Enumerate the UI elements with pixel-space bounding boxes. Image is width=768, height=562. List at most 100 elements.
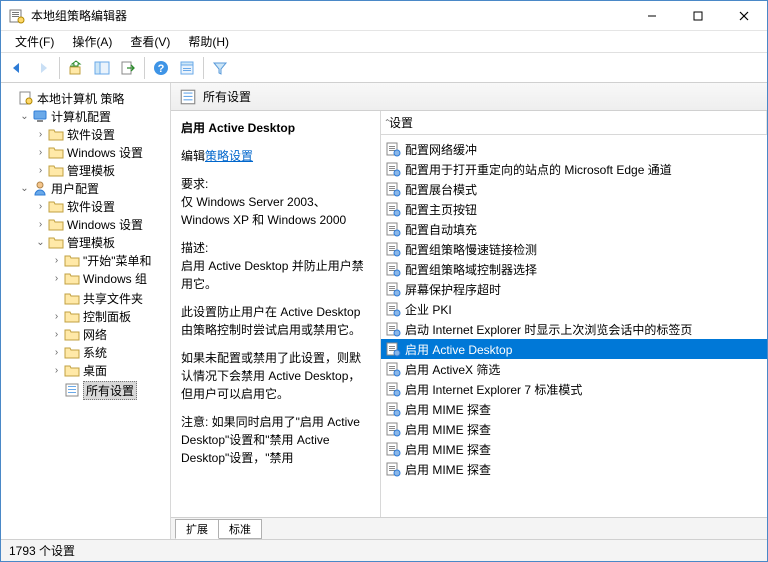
list-row[interactable]: 企业 PKI xyxy=(381,299,767,319)
list-row[interactable]: 启用 Internet Explorer 7 标准模式 xyxy=(381,379,767,399)
chevron-right-icon[interactable]: › xyxy=(33,201,48,212)
chevron-right-icon[interactable]: › xyxy=(49,347,64,358)
tree-label: 计算机配置 xyxy=(51,108,111,125)
minimize-button[interactable] xyxy=(629,1,675,30)
menu-file[interactable]: 文件(F) xyxy=(11,31,58,52)
forward-button[interactable] xyxy=(31,56,55,80)
list-row[interactable]: 配置网络缓冲 xyxy=(381,139,767,159)
tree-comp-software[interactable]: ›软件设置 xyxy=(1,125,170,143)
tree-user-software[interactable]: ›软件设置 xyxy=(1,197,170,215)
list-row[interactable]: 启用 MIME 探查 xyxy=(381,459,767,479)
list-row-label: 启用 MIME 探查 xyxy=(405,421,491,438)
chevron-right-icon[interactable]: › xyxy=(33,165,48,176)
tree-comp-windows[interactable]: › Windows 设置 xyxy=(1,143,170,161)
list-row-label: 启用 MIME 探查 xyxy=(405,401,491,418)
settings-list-icon xyxy=(64,382,80,398)
tree-label: 桌面 xyxy=(83,362,107,379)
column-setting[interactable]: 设置 ⌃ xyxy=(381,111,767,134)
statusbar-text: 1793 个设置 xyxy=(9,542,75,559)
tree-pane[interactable]: 本地计算机 策略 ⌄计算机配置 ›软件设置 ›Windows 设置 ›管理模板 … xyxy=(1,83,171,539)
toolbar-separator xyxy=(144,57,145,79)
chevron-down-icon[interactable]: ⌄ xyxy=(33,237,48,248)
chevron-right-icon[interactable]: › xyxy=(33,147,48,158)
tree-label: Windows 设置 xyxy=(67,216,143,233)
list-header[interactable]: 设置 ⌃ xyxy=(381,111,767,135)
filter-button[interactable] xyxy=(208,56,232,80)
list-row[interactable]: 配置组策略慢速链接检测 xyxy=(381,239,767,259)
properties-button[interactable] xyxy=(175,56,199,80)
list-row[interactable]: 配置主页按钮 xyxy=(381,199,767,219)
list-row-label: 屏幕保护程序超时 xyxy=(405,281,501,298)
list-row-label: 企业 PKI xyxy=(405,301,452,318)
chevron-right-icon[interactable]: › xyxy=(33,219,48,230)
back-button[interactable] xyxy=(5,56,29,80)
menu-action[interactable]: 操作(A) xyxy=(68,31,116,52)
chevron-right-icon[interactable]: › xyxy=(49,311,64,322)
folder-icon xyxy=(48,126,64,142)
list-row[interactable]: 配置组策略域控制器选择 xyxy=(381,259,767,279)
folder-icon xyxy=(64,252,80,268)
edit-prefix: 编辑 xyxy=(181,149,205,163)
computer-icon xyxy=(32,108,48,124)
folder-icon xyxy=(48,198,64,214)
list-row[interactable]: 启用 Active Desktop xyxy=(381,339,767,359)
maximize-button[interactable] xyxy=(675,1,721,30)
tree-control-panel[interactable]: ›控制面板 xyxy=(1,307,170,325)
list-row[interactable]: 启用 ActiveX 筛选 xyxy=(381,359,767,379)
chevron-right-icon[interactable]: › xyxy=(49,273,64,284)
menubar: 文件(F) 操作(A) 查看(V) 帮助(H) xyxy=(1,31,767,53)
chevron-right-icon[interactable]: › xyxy=(49,255,64,266)
tree-user-admin[interactable]: ⌄管理模板 xyxy=(1,233,170,251)
tree-windows-comp[interactable]: ›Windows 组 xyxy=(1,269,170,287)
list-row[interactable]: 屏幕保护程序超时 xyxy=(381,279,767,299)
chevron-down-icon[interactable]: ⌄ xyxy=(17,111,32,122)
tree-user-config[interactable]: ⌄用户配置 xyxy=(1,179,170,197)
list-row-label: 配置用于打开重定向的站点的 Microsoft Edge 通道 xyxy=(405,161,672,178)
list-row[interactable]: 配置用于打开重定向的站点的 Microsoft Edge 通道 xyxy=(381,159,767,179)
content-title: 所有设置 xyxy=(203,88,251,105)
tree-desktop[interactable]: › 桌面 xyxy=(1,361,170,379)
folder-icon xyxy=(48,162,64,178)
tree-comp-admin[interactable]: ›管理模板 xyxy=(1,161,170,179)
tree-user-windows[interactable]: › Windows 设置 xyxy=(1,215,170,233)
user-icon xyxy=(32,180,48,196)
toolbar-separator xyxy=(203,57,204,79)
list-row-label: 配置展台模式 xyxy=(405,181,477,198)
export-button[interactable] xyxy=(116,56,140,80)
close-button[interactable] xyxy=(721,1,767,30)
help-button[interactable]: ? xyxy=(149,56,173,80)
folder-icon xyxy=(48,216,64,232)
tab-standard[interactable]: 标准 xyxy=(218,519,262,539)
list-row[interactable]: 配置自动填充 xyxy=(381,219,767,239)
tree-network[interactable]: ›网络 xyxy=(1,325,170,343)
up-button[interactable] xyxy=(64,56,88,80)
tree-root[interactable]: 本地计算机 策略 xyxy=(1,89,170,107)
tree-all-settings[interactable]: 所有设置 xyxy=(1,381,170,399)
show-hide-tree-button[interactable] xyxy=(90,56,114,80)
chevron-right-icon[interactable]: › xyxy=(33,129,48,140)
edit-policy-link[interactable]: 策略设置 xyxy=(205,149,253,163)
list-row[interactable]: 配置展台模式 xyxy=(381,179,767,199)
list-row[interactable]: 启用 MIME 探查 xyxy=(381,439,767,459)
list-row-label: 配置组策略慢速链接检测 xyxy=(405,241,537,258)
menu-view[interactable]: 查看(V) xyxy=(126,31,174,52)
tree-computer-config[interactable]: ⌄ 计算机配置 xyxy=(1,107,170,125)
chevron-down-icon[interactable]: ⌄ xyxy=(17,183,32,194)
tree-shared-folders[interactable]: 共享文件夹 xyxy=(1,289,170,307)
tree-start-menu[interactable]: ›"开始"菜单和 xyxy=(1,251,170,269)
tab-extended[interactable]: 扩展 xyxy=(175,519,219,539)
list-row[interactable]: 启用 MIME 探查 xyxy=(381,399,767,419)
policy-item-icon xyxy=(385,201,401,217)
folder-icon xyxy=(64,326,80,342)
chevron-right-icon[interactable]: › xyxy=(49,365,64,376)
description-text-1: 启用 Active Desktop 并防止用户禁用它。 xyxy=(181,259,364,291)
list-row[interactable]: 启用 MIME 探查 xyxy=(381,419,767,439)
tree-system[interactable]: ›系统 xyxy=(1,343,170,361)
list-pane[interactable]: 配置网络缓冲配置用于打开重定向的站点的 Microsoft Edge 通道配置展… xyxy=(381,135,767,517)
policy-item-icon xyxy=(385,181,401,197)
menu-help[interactable]: 帮助(H) xyxy=(184,31,233,52)
chevron-right-icon[interactable]: › xyxy=(49,329,64,340)
list-row-label: 启用 Internet Explorer 7 标准模式 xyxy=(405,381,582,398)
list-row[interactable]: 启动 Internet Explorer 时显示上次浏览会话中的标签页 xyxy=(381,319,767,339)
tree-label: Windows 设置 xyxy=(67,144,143,161)
